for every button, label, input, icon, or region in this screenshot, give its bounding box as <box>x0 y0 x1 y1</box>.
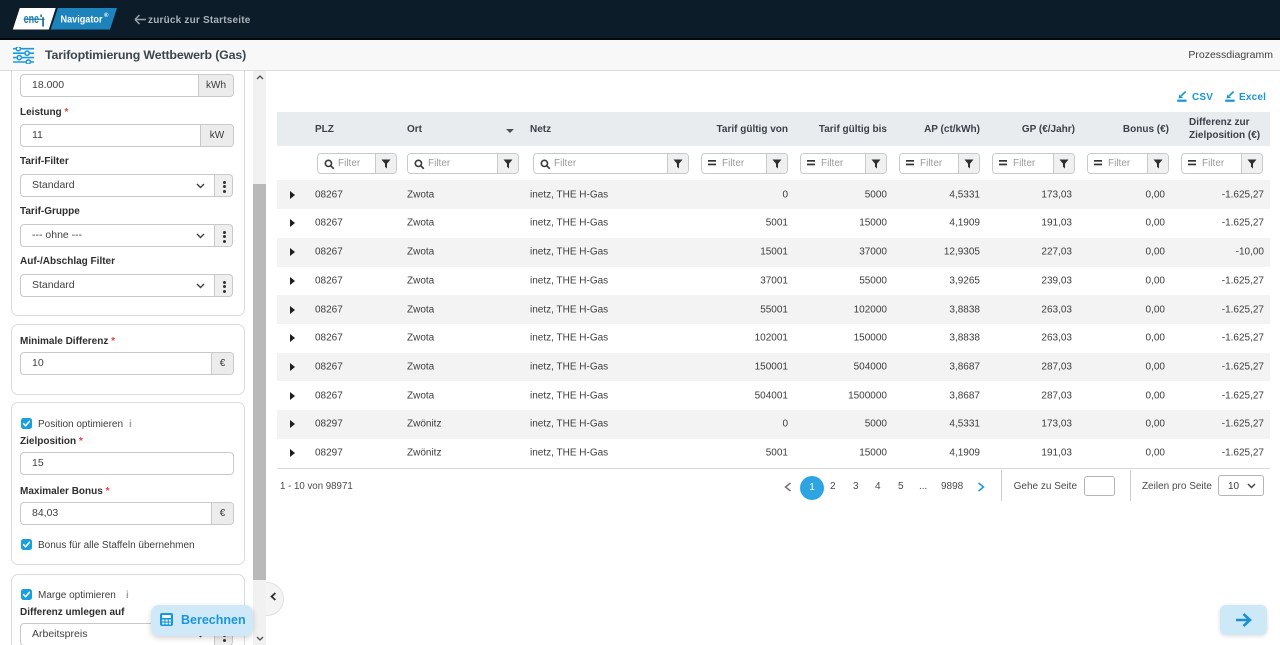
svg-text:Navigator: Navigator <box>61 14 103 26</box>
svg-text:®: ® <box>104 12 109 19</box>
svg-text:ene: ene <box>24 11 39 26</box>
